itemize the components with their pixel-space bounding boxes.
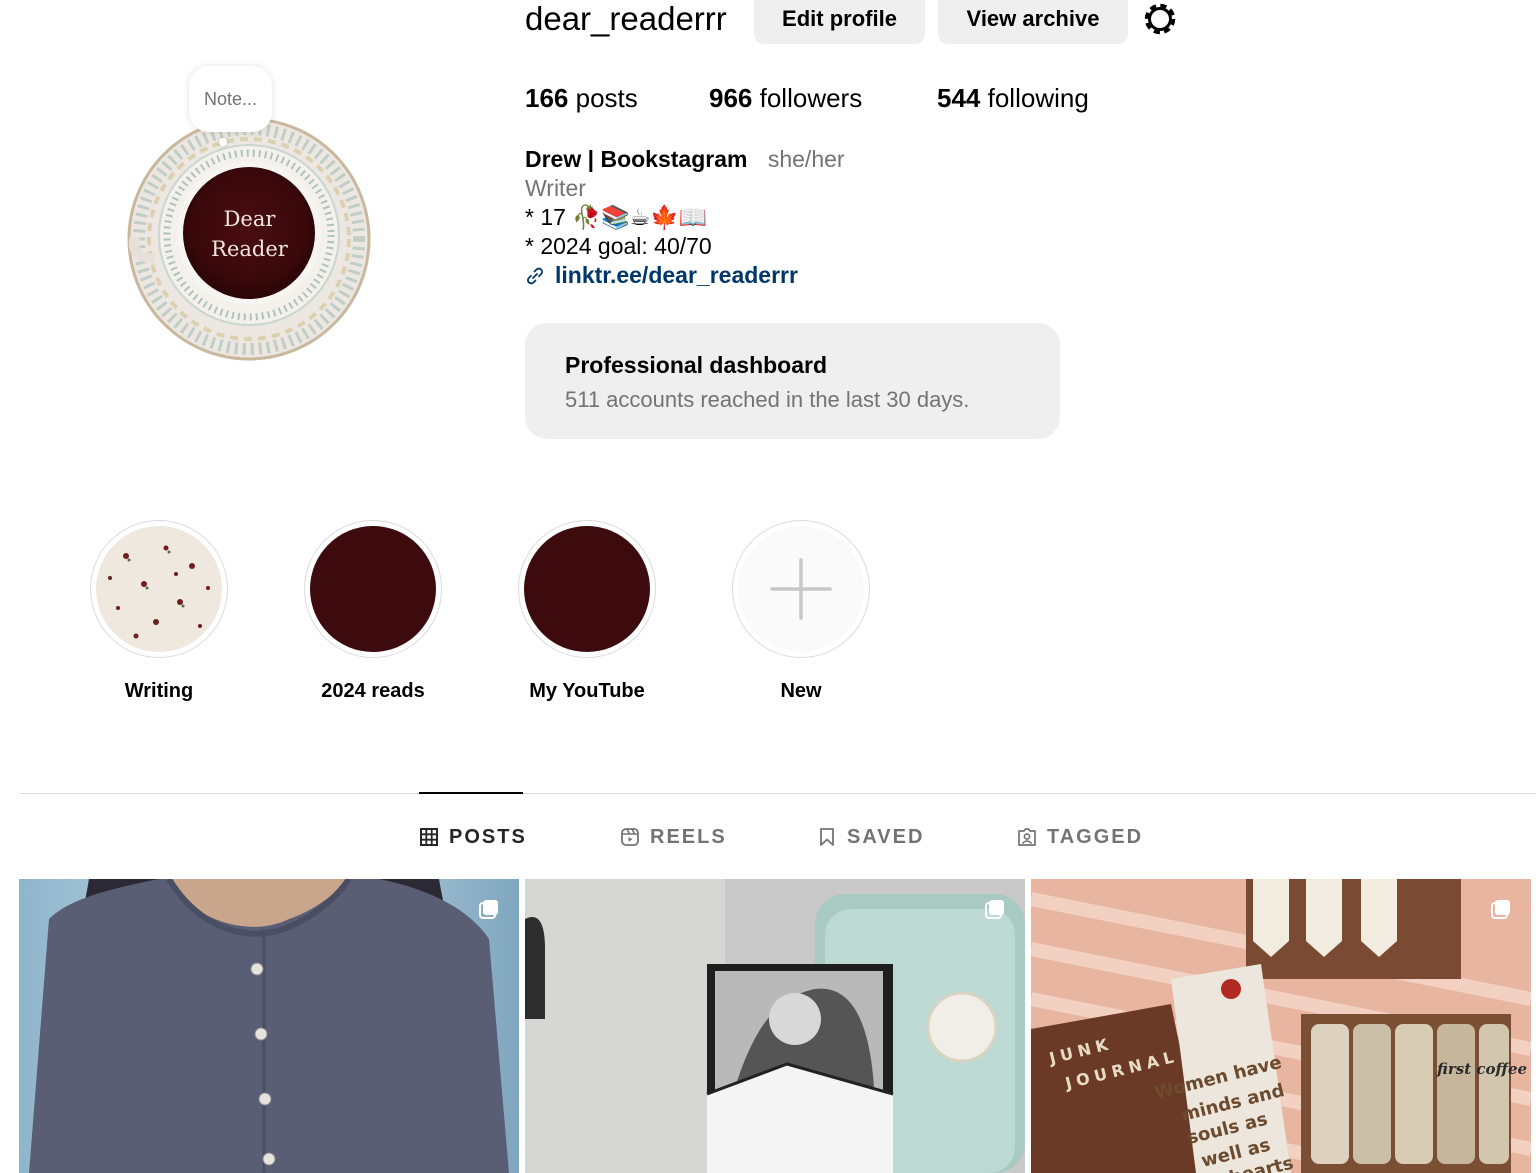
dashboard-title: Professional dashboard <box>565 352 828 378</box>
post-thumbnail[interactable] <box>525 879 1025 1173</box>
bio-line-2: * 2024 goal: 40/70 <box>525 233 712 259</box>
following-link[interactable]: 544 following <box>937 82 1089 114</box>
highlight-label: My YouTube <box>529 680 645 702</box>
posts-count-label: posts <box>575 83 638 113</box>
profile-bio: Drew | Bookstagram she/her Writer * 17 🥀… <box>525 145 845 290</box>
pronouns: she/her <box>767 146 845 172</box>
following-count-label: following <box>987 83 1089 113</box>
note-bubble[interactable]: Note... <box>189 66 272 132</box>
highlight-2024-reads[interactable]: 2024 reads <box>303 520 443 704</box>
note-bubble-tail <box>219 138 227 146</box>
multiple-posts-icon <box>985 900 1004 919</box>
followers-count-label: followers <box>759 83 863 113</box>
bio-link[interactable]: linktr.ee/dear_readerrr <box>525 261 845 290</box>
post-thumbnail[interactable] <box>19 879 519 1173</box>
dashboard-subtitle: 511 accounts reached in the last 30 days… <box>565 387 970 412</box>
posts-count: 166 posts <box>525 82 638 114</box>
highlight-my-youtube[interactable]: My YouTube <box>517 520 657 704</box>
highlight-label: Writing <box>124 680 194 702</box>
highlight-new[interactable]: New <box>731 520 871 704</box>
display-name: Drew | Bookstagram <box>525 146 748 172</box>
highlight-cover <box>310 526 436 652</box>
followers-count-value: 966 <box>709 83 753 113</box>
settings-gear-icon[interactable] <box>1141 0 1179 38</box>
multiple-posts-icon <box>1491 900 1510 919</box>
bookmark-icon <box>820 828 834 846</box>
tabs-divider <box>19 793 1536 794</box>
followers-link[interactable]: 966 followers <box>709 82 862 114</box>
bio-line-1: * 17 🥀📚☕🍁📖 <box>525 204 708 230</box>
highlight-cover <box>524 526 650 652</box>
post-image-cardigan <box>19 879 519 1173</box>
post-image-junk-journal: JUNK JOURNAL Women have minds and souls … <box>1031 879 1531 1173</box>
tab-posts[interactable]: POSTS <box>419 823 527 851</box>
grid-icon <box>420 828 438 846</box>
tab-saved[interactable]: SAVED <box>817 823 924 851</box>
edit-profile-button[interactable]: Edit profile <box>754 0 925 44</box>
tab-reels-label: REELS <box>650 826 727 848</box>
highlight-cover <box>738 526 864 652</box>
tab-tagged[interactable]: TAGGED <box>1017 823 1143 851</box>
highlight-label: New <box>780 680 822 702</box>
following-count-value: 544 <box>937 83 981 113</box>
avatar-text-line-1: Dear <box>223 207 276 231</box>
tab-posts-label: POSTS <box>449 826 527 848</box>
post-thumbnail[interactable]: JUNK JOURNAL Women have minds and souls … <box>1031 879 1531 1173</box>
post3-tape-text: first coffee <box>1436 1060 1527 1078</box>
highlight-ring <box>732 520 870 658</box>
highlight-writing[interactable]: Writing <box>89 520 229 704</box>
reels-icon <box>621 828 639 846</box>
posts-count-value: 166 <box>525 83 569 113</box>
highlight-label: 2024 reads <box>321 680 425 702</box>
link-icon <box>527 267 543 284</box>
plus-icon <box>770 558 832 620</box>
tab-saved-label: SAVED <box>847 826 925 848</box>
highlight-ring <box>90 520 228 658</box>
active-tab-indicator <box>419 792 523 794</box>
highlight-ring <box>518 520 656 658</box>
tagged-person-icon <box>1018 828 1036 846</box>
tab-reels[interactable]: REELS <box>620 823 727 851</box>
category-label: Writer <box>525 175 586 201</box>
profile-username: dear_readerrr <box>525 0 727 37</box>
highlight-ring <box>304 520 442 658</box>
professional-dashboard-card[interactable]: Professional dashboard 511 accounts reac… <box>525 323 1060 439</box>
tab-tagged-label: TAGGED <box>1047 826 1144 848</box>
profile-avatar[interactable]: Dear Reader <box>127 117 372 362</box>
multiple-posts-icon <box>479 900 498 919</box>
avatar-text-line-2: Reader <box>211 237 288 261</box>
post-image-candle-book <box>525 879 1025 1173</box>
view-archive-button[interactable]: View archive <box>938 0 1128 44</box>
bio-link-text: linktr.ee/dear_readerrr <box>555 262 798 288</box>
highlight-cover <box>96 526 222 652</box>
